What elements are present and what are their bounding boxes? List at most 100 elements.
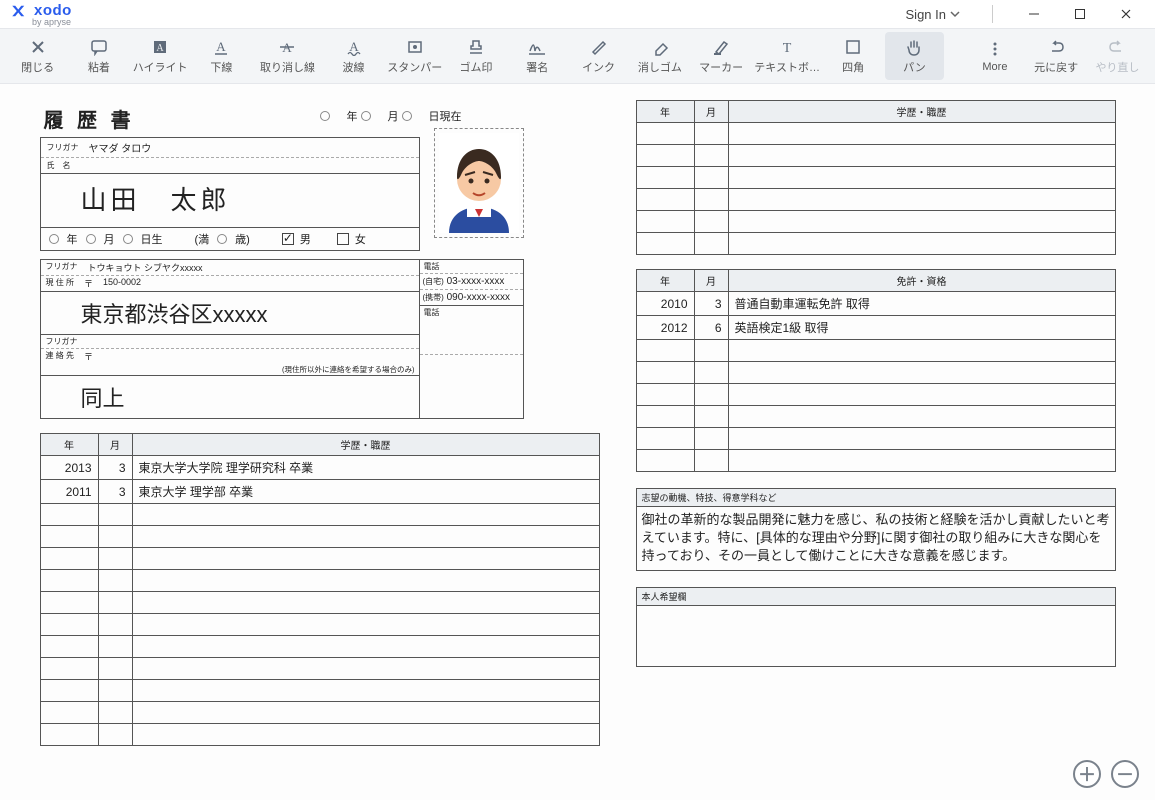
table-row: [636, 406, 1115, 428]
squiggly-label: 波線: [343, 59, 365, 75]
table-row: [40, 724, 599, 746]
more-icon: [985, 39, 1005, 59]
svg-text:A: A: [349, 39, 359, 54]
close-label: 閉じる: [21, 59, 54, 75]
furigana-value: ヤマダ タロウ: [89, 140, 152, 155]
name-block: フリガナ ヤマダ タロウ 氏 名 山田 太郎 年 月 日生 (満歳) 男 女: [40, 137, 420, 251]
ink-tool[interactable]: インク: [569, 32, 628, 80]
marker-tool[interactable]: マーカー: [691, 32, 750, 80]
resume-page-left: 履 歴 書 年 月 日現在 フリガナ ヤマダ タロウ 氏 名 山田 太郎 年 月…: [40, 100, 600, 784]
postcode: 150-0002: [103, 277, 141, 290]
close-tool[interactable]: 閉じる: [8, 32, 67, 80]
undo-label: 元に戻す: [1034, 59, 1078, 75]
address-value: 東京都渋谷区xxxxx: [41, 291, 419, 334]
pan-icon: [904, 37, 924, 57]
rubber-label: ゴム印: [460, 59, 493, 75]
table-row: [40, 548, 599, 570]
female-checkbox[interactable]: [337, 233, 349, 245]
resume-page-right: 年 月 学歴・職歴 年 月 免許・資格 20103普通自動車運転免許 取得201…: [636, 100, 1116, 784]
highlight-icon: A: [150, 37, 170, 57]
redo-icon: [1107, 37, 1127, 57]
marker-icon: [711, 37, 731, 57]
male-checkbox[interactable]: [282, 233, 294, 245]
sticky-icon: [89, 37, 109, 57]
wish-box: 本人希望欄: [636, 587, 1116, 667]
table-row: [40, 570, 599, 592]
table-row: [636, 428, 1115, 450]
close-icon: [28, 37, 48, 57]
highlight-tool[interactable]: A ハイライト: [131, 32, 190, 80]
col-title: 学歴・職歴: [132, 434, 599, 456]
col-year: 年: [40, 434, 98, 456]
wish-header: 本人希望欄: [637, 588, 1115, 606]
sticky-tool[interactable]: 粘着: [69, 32, 128, 80]
minimize-button[interactable]: [1011, 0, 1057, 28]
maximize-button[interactable]: [1057, 0, 1103, 28]
name-value: 山田 太郎: [81, 185, 231, 215]
name-label: 氏 名: [47, 160, 71, 171]
textbox-tool[interactable]: Tテキストボ…: [753, 32, 822, 80]
table-row: [40, 526, 599, 548]
table-row: [40, 680, 599, 702]
eraser-label: 消しゴム: [638, 59, 682, 75]
stamp-icon: [405, 37, 425, 57]
chevron-down-icon: [950, 7, 960, 22]
brand-subtitle: by apryse: [32, 17, 72, 27]
sign-icon: [527, 37, 547, 57]
eraser-tool[interactable]: 消しゴム: [630, 32, 689, 80]
education-table: 年 月 学歴・職歴 20133東京大学大学院 理学研究科 卒業20113東京大学…: [40, 433, 600, 746]
table-row: [636, 123, 1115, 145]
stamp-label: スタンパー: [387, 59, 442, 75]
motive-box: 志望の動機、特技、得意学科など 御社の革新的な製品開発に魅力を感じ、私の技術と経…: [636, 488, 1116, 571]
tel-home: 03-xxxx-xxxx: [447, 276, 505, 287]
table-row: [40, 614, 599, 636]
highlight-label: ハイライト: [133, 59, 188, 75]
sign-in-label: Sign In: [906, 7, 946, 22]
tel2-label: 電話: [420, 305, 523, 355]
table-row: [40, 592, 599, 614]
zoom-out-button[interactable]: －: [1111, 760, 1139, 788]
textbox-icon: T: [777, 37, 797, 57]
tel-label: 電話: [420, 260, 523, 274]
table-row: [636, 233, 1115, 255]
table-row: 20103普通自動車運転免許 取得: [636, 292, 1115, 316]
table-row: [636, 384, 1115, 406]
rect-tool[interactable]: 四角: [824, 32, 883, 80]
sign-tool[interactable]: 署名: [508, 32, 567, 80]
more-tool[interactable]: More: [965, 32, 1024, 80]
table-row: [40, 636, 599, 658]
photo-illustration: [439, 133, 519, 233]
col-month: 月: [98, 434, 132, 456]
address-block: フリガナトウキョウト シブヤクxxxxx 現 住 所〒 150-0002 東京都…: [40, 259, 600, 419]
strike-icon: A: [277, 37, 297, 57]
ink-icon: [589, 37, 609, 57]
table-row: [40, 702, 599, 724]
undo-icon: [1046, 37, 1066, 57]
brand-icon: [10, 2, 28, 20]
motive-header: 志望の動機、特技、得意学科など: [637, 489, 1115, 507]
squiggly-tool[interactable]: A 波線: [324, 32, 383, 80]
table-row: [636, 167, 1115, 189]
contact-note: (現住所以外に連絡を希望する場合のみ): [41, 364, 419, 375]
title-divider: [992, 5, 993, 23]
document-area[interactable]: 履 歴 書 年 月 日現在 フリガナ ヤマダ タロウ 氏 名 山田 太郎 年 月…: [0, 84, 1155, 800]
table-row: [636, 362, 1115, 384]
motive-body: 御社の革新的な製品開発に魅力を感じ、私の技術と経験を活かし貢献したいと考えていま…: [637, 507, 1115, 570]
sign-in-button[interactable]: Sign In: [892, 3, 974, 26]
table-row: [40, 658, 599, 680]
pan-tool[interactable]: パン: [885, 32, 944, 80]
table-row: 20126英語検定1級 取得: [636, 316, 1115, 340]
undo-tool[interactable]: 元に戻す: [1027, 32, 1086, 80]
underline-tool[interactable]: A下線: [192, 32, 251, 80]
close-window-button[interactable]: [1103, 0, 1149, 28]
redo-tool[interactable]: やり直し: [1088, 32, 1147, 80]
furigana-label: フリガナ: [47, 142, 79, 153]
table-row: [636, 450, 1115, 472]
zoom-controls: ＋ －: [1073, 760, 1139, 788]
zoom-in-button[interactable]: ＋: [1073, 760, 1101, 788]
rect-icon: [843, 37, 863, 57]
strike-tool[interactable]: A取り消し線: [253, 32, 322, 80]
stamp-tool[interactable]: スタンパー: [385, 32, 444, 80]
dob-row: 年 月 日生 (満歳) 男 女: [41, 227, 419, 250]
rubber-tool[interactable]: ゴム印: [446, 32, 505, 80]
